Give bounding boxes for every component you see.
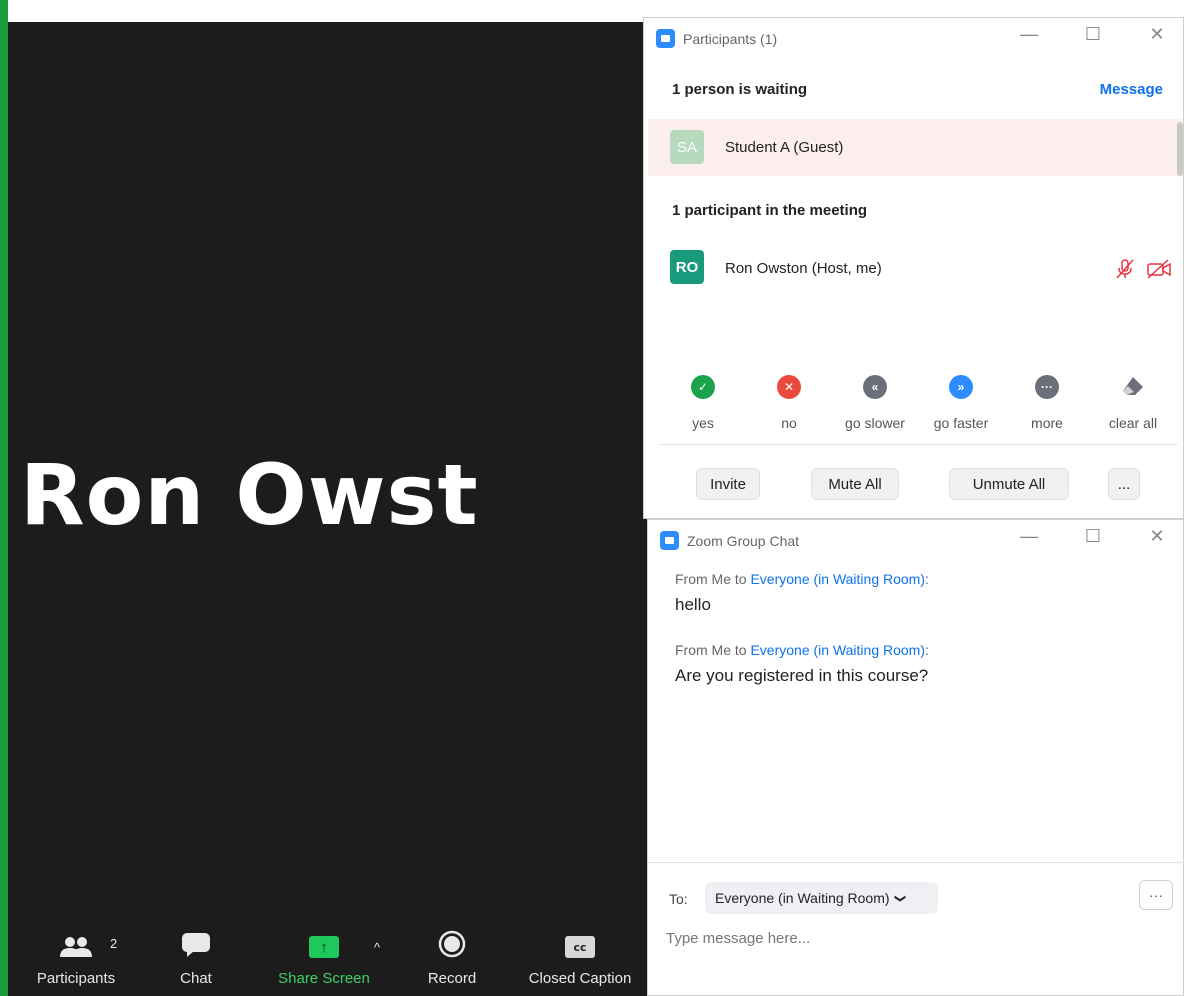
waiting-heading: 1 person is waiting <box>672 81 808 98</box>
chat-divider <box>648 862 1184 863</box>
maximize-icon[interactable]: ☐ <box>1081 526 1105 547</box>
avatar: RO <box>670 250 704 284</box>
reaction-go-slower[interactable]: « go slower <box>832 375 918 431</box>
chat-message-input[interactable] <box>666 923 1156 953</box>
zoom-logo-icon <box>656 29 675 48</box>
closed-caption-label: Closed Caption <box>528 970 632 987</box>
chat-button[interactable]: Chat <box>166 922 226 996</box>
close-icon[interactable]: ✕ <box>1145 526 1169 547</box>
check-icon: ✓ <box>691 375 715 399</box>
chat-message-meta: From Me to Everyone (in Waiting Room): <box>675 571 929 587</box>
rewind-icon: « <box>863 375 887 399</box>
chat-message-meta: From Me to Everyone (in Waiting Room): <box>675 642 929 658</box>
zoom-logo-icon <box>660 531 679 550</box>
share-screen-label: Share Screen <box>278 970 370 987</box>
chat-window-controls: — ☐ ✕ <box>1017 526 1169 547</box>
message-link[interactable]: Message <box>1100 81 1163 98</box>
meeting-toolbar: 2 Participants Chat ↑ Share Screen ^ Rec… <box>8 922 648 996</box>
scrollbar[interactable] <box>1177 122 1183 176</box>
participants-count: 2 <box>110 936 118 951</box>
muted-mic-icon[interactable] <box>1114 258 1136 285</box>
chat-message-text: Are you registered in this course? <box>675 666 929 685</box>
reactions-divider <box>658 444 1178 445</box>
unmute-all-button[interactable]: Unmute All <box>949 468 1069 500</box>
waiting-participant-row[interactable]: SA Student A (Guest) <box>648 119 1182 176</box>
reaction-label: go faster <box>933 415 989 431</box>
chevron-down-icon: ❯ <box>893 893 906 903</box>
record-button[interactable]: Record <box>420 922 484 996</box>
reaction-label: clear all <box>1108 415 1158 431</box>
participants-more-button[interactable]: ... <box>1108 468 1140 500</box>
invite-button[interactable]: Invite <box>696 468 760 500</box>
participant-name: Ron Owston (Host, me) <box>725 260 882 277</box>
participants-title: Participants (1) <box>683 30 778 47</box>
recipient-select[interactable]: Everyone (in Waiting Room) ❯ <box>705 882 938 914</box>
group-chat-panel: Zoom Group Chat — ☐ ✕ From Me to Everyon… <box>647 519 1184 996</box>
to-label: To: <box>669 891 688 907</box>
maximize-icon[interactable]: ☐ <box>1081 24 1105 45</box>
recipient-value: Everyone (in Waiting Room) <box>715 890 890 906</box>
participant-name-display: Ron Owst <box>20 446 479 544</box>
participants-button[interactable]: 2 Participants <box>22 922 130 996</box>
reaction-more[interactable]: ··· more <box>1004 375 1090 431</box>
chat-more-button[interactable]: ··· <box>1139 880 1173 910</box>
video-off-icon[interactable] <box>1146 258 1172 285</box>
record-label: Record <box>427 970 477 987</box>
participants-panel: Participants (1) — ☐ ✕ 1 person is waiti… <box>643 17 1184 519</box>
reaction-label: no <box>781 415 797 431</box>
recipient-link[interactable]: Everyone (in Waiting Room) <box>750 571 925 587</box>
eraser-icon <box>1121 375 1145 399</box>
close-icon[interactable]: ✕ <box>1145 24 1169 45</box>
reaction-clear-all[interactable]: clear all <box>1090 375 1176 431</box>
chat-label: Chat <box>180 970 212 987</box>
more-dots-icon: ··· <box>1035 375 1059 399</box>
minimize-icon[interactable]: — <box>1017 24 1041 45</box>
reaction-no[interactable]: ✕ no <box>746 375 832 431</box>
participants-icon <box>59 922 93 962</box>
mute-all-button[interactable]: Mute All <box>811 468 899 500</box>
chat-message-text: hello <box>675 595 711 614</box>
waiting-participant-name: Student A (Guest) <box>725 139 844 156</box>
closed-caption-icon: cc <box>565 922 595 962</box>
share-screen-button[interactable]: ↑ Share Screen <box>266 922 382 996</box>
participant-row[interactable]: RO Ron Owston (Host, me) <box>648 240 1178 296</box>
avatar: SA <box>670 130 704 164</box>
chat-title-bar: Zoom Group Chat <box>660 531 799 550</box>
fast-forward-icon: » <box>949 375 973 399</box>
participants-title-bar: Participants (1) <box>656 29 777 48</box>
share-options-chevron-icon[interactable]: ^ <box>374 940 380 955</box>
minimize-icon[interactable]: — <box>1017 526 1041 547</box>
closed-caption-button[interactable]: cc Closed Caption <box>518 922 642 996</box>
reaction-yes[interactable]: ✓ yes <box>660 375 746 431</box>
share-screen-icon: ↑ <box>309 922 339 962</box>
reaction-label: more <box>1031 415 1063 431</box>
chat-bubble-icon <box>181 922 211 962</box>
participants-label: Participants <box>36 970 116 987</box>
reaction-go-faster[interactable]: » go faster <box>918 375 1004 431</box>
participants-window-controls: — ☐ ✕ <box>1017 24 1169 45</box>
reaction-label: go slower <box>845 415 905 431</box>
in-meeting-heading: 1 participant in the meeting <box>672 202 868 219</box>
record-icon <box>438 922 466 962</box>
reaction-label: yes <box>692 415 714 431</box>
x-icon: ✕ <box>777 375 801 399</box>
recipient-link[interactable]: Everyone (in Waiting Room) <box>750 642 925 658</box>
chat-title: Zoom Group Chat <box>687 532 800 549</box>
